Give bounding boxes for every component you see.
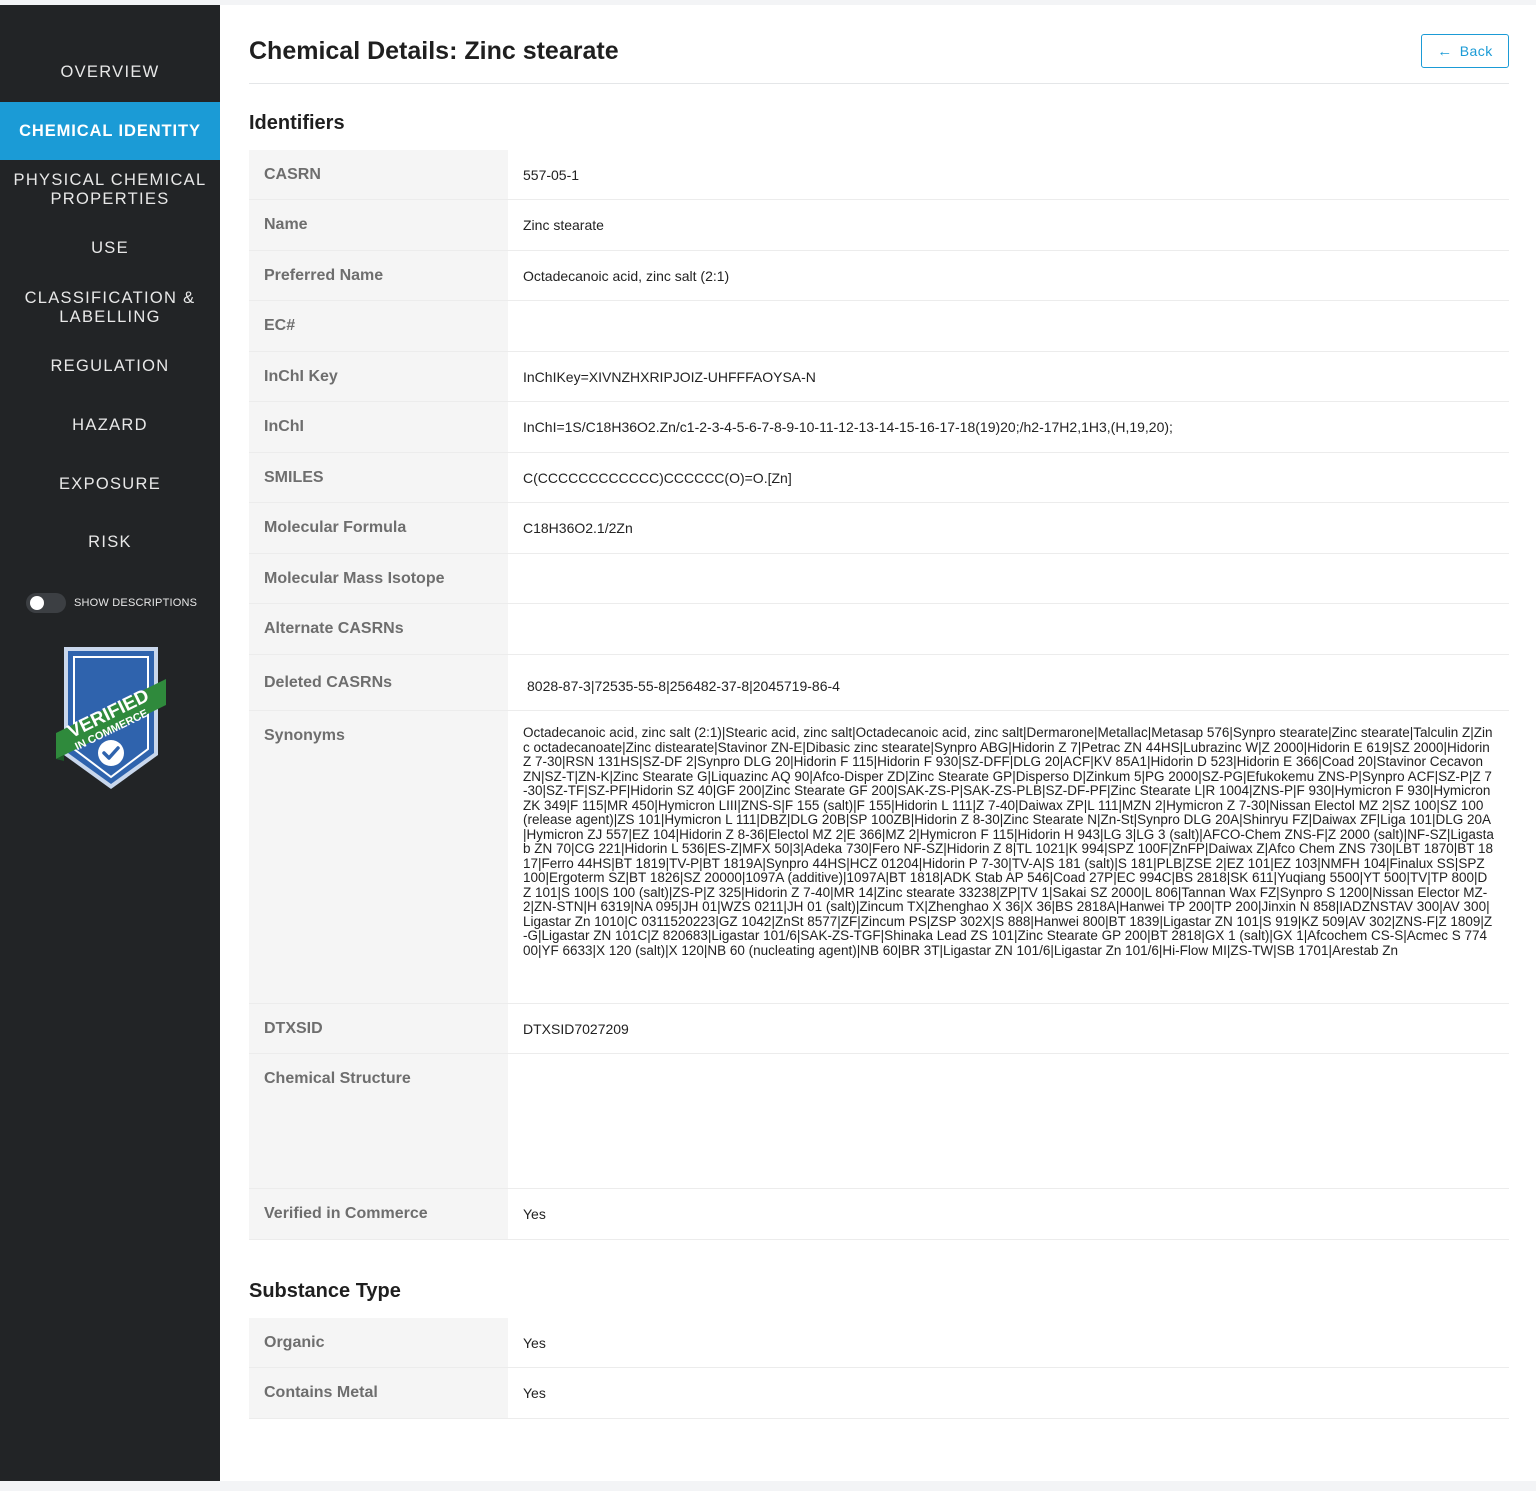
identifier-row-synonyms: Synonyms Octadecanoic acid, zinc salt (2… xyxy=(249,711,1509,1004)
row-label: Molecular Formula xyxy=(249,503,508,553)
nav-classification-labelling[interactable]: CLASSIFICATION & LABELLING xyxy=(0,278,220,337)
identifier-row-ec-number: EC# xyxy=(249,301,1509,352)
identifier-row-deleted-casrns: Deleted CASRNs 8028-87-3|72535-55-8|2564… xyxy=(249,655,1509,711)
identifier-row-molecular-mass-isotope: Molecular Mass Isotope xyxy=(249,554,1509,604)
row-value: Zinc stearate xyxy=(508,200,1509,250)
row-label: Synonyms xyxy=(249,711,508,1003)
row-value: 8028-87-3|72535-55-8|256482-37-8|2045719… xyxy=(508,655,1509,710)
nav-physical-chemical-properties[interactable]: PHYSICAL CHEMICAL PROPERTIES xyxy=(0,160,220,219)
row-label: DTXSID xyxy=(249,1004,508,1053)
row-label: InChI xyxy=(249,402,508,452)
page-title: Chemical Details: Zinc stearate xyxy=(249,37,619,65)
back-button[interactable]: ← Back xyxy=(1421,34,1509,68)
row-value: Yes xyxy=(508,1368,1509,1418)
nav-risk[interactable]: RISK xyxy=(0,513,220,572)
nav-label: CHEMICAL IDENTITY xyxy=(19,121,201,140)
identifier-row-inchi-key: InChI Key InChIKey=XIVNZHXRIPJOIZ-UHFFFA… xyxy=(249,352,1509,402)
show-descriptions-row: SHOW DESCRIPTIONS xyxy=(26,593,197,613)
nav-label: EXPOSURE xyxy=(58,474,162,493)
nav-label: OVERVIEW xyxy=(60,63,160,81)
row-label: Deleted CASRNs xyxy=(249,655,508,710)
verified-in-commerce-badge: VERIFIED IN COMMERCE xyxy=(56,643,166,793)
row-label: Preferred Name xyxy=(249,251,508,300)
nav-overview[interactable]: OVERVIEW xyxy=(0,5,220,102)
nav-regulation[interactable]: REGULATION xyxy=(0,337,220,396)
identifier-row-chemical-structure: Chemical Structure xyxy=(249,1054,1509,1189)
nav-chemical-identity[interactable]: CHEMICAL IDENTITY xyxy=(0,102,220,160)
identifier-row-alternate-casrns: Alternate CASRNs xyxy=(249,604,1509,655)
row-value: C18H36O2.1/2Zn xyxy=(508,503,1509,553)
nav-label: CLASSIFICATION & LABELLING xyxy=(24,288,196,326)
arrow-left-icon: ← xyxy=(1437,42,1453,60)
toggle-knob xyxy=(30,596,44,610)
row-value: 557-05-1 xyxy=(508,150,1509,199)
row-value xyxy=(508,604,1509,654)
identifier-row-inchi: InChI InChI=1S/C18H36O2.Zn/c1-2-3-4-5-6-… xyxy=(249,402,1509,453)
nav-label: REGULATION xyxy=(50,357,170,375)
main-content: Chemical Details: Zinc stearate ← Back I… xyxy=(220,5,1536,1481)
row-label: Chemical Structure xyxy=(249,1054,508,1188)
chemical-structure-image xyxy=(508,1054,1509,1188)
title-divider xyxy=(249,83,1509,84)
row-label: Contains Metal xyxy=(249,1368,508,1418)
substance-type-table: Organic Yes Contains Metal Yes xyxy=(249,1318,1509,1419)
row-value xyxy=(508,301,1509,351)
identifiers-table: CASRN 557-05-1 Name Zinc stearate Prefer… xyxy=(249,150,1509,1240)
row-label: SMILES xyxy=(249,453,508,502)
identifier-row-casrn: CASRN 557-05-1 xyxy=(249,150,1509,200)
row-value: Octadecanoic acid, zinc salt (2:1) xyxy=(508,251,1509,300)
row-value: Octadecanoic acid, zinc salt (2:1)|Stear… xyxy=(508,711,1509,1003)
row-label: CASRN xyxy=(249,150,508,199)
substance-type-heading: Substance Type xyxy=(249,1280,401,1302)
identifier-row-smiles: SMILES C(CCCCCCCCCCCC)CCCCCC(O)=O.[Zn] xyxy=(249,453,1509,503)
row-value: InChIKey=XIVNZHXRIPJOIZ-UHFFFAOYSA-N xyxy=(508,352,1509,401)
row-value: C(CCCCCCCCCCCC)CCCCCC(O)=O.[Zn] xyxy=(508,453,1509,502)
nav-label: RISK xyxy=(88,533,132,551)
identifiers-heading: Identifiers xyxy=(249,112,345,134)
nav-exposure[interactable]: EXPOSURE xyxy=(0,455,220,513)
row-label: InChI Key xyxy=(249,352,508,401)
nav-label: HAZARD xyxy=(72,416,148,434)
row-value xyxy=(508,554,1509,603)
row-value: InChI=1S/C18H36O2.Zn/c1-2-3-4-5-6-7-8-9-… xyxy=(508,402,1509,452)
identifier-row-dtxsid: DTXSID DTXSID7027209 xyxy=(249,1004,1509,1054)
identifier-row-preferred-name: Preferred Name Octadecanoic acid, zinc s… xyxy=(249,251,1509,301)
show-descriptions-label: SHOW DESCRIPTIONS xyxy=(74,597,198,609)
row-label: Name xyxy=(249,200,508,250)
identifier-row-molecular-formula: Molecular Formula C18H36O2.1/2Zn xyxy=(249,503,1509,554)
back-button-label: Back xyxy=(1459,43,1493,59)
row-label: Alternate CASRNs xyxy=(249,604,508,654)
identifier-row-verified-in-commerce: Verified in Commerce Yes xyxy=(249,1189,1509,1240)
substance-row-organic: Organic Yes xyxy=(249,1318,1509,1368)
row-value: Yes xyxy=(508,1189,1509,1239)
identifier-row-name: Name Zinc stearate xyxy=(249,200,1509,251)
row-value: DTXSID7027209 xyxy=(508,1004,1509,1053)
show-descriptions-toggle[interactable] xyxy=(26,593,66,613)
nav-hazard[interactable]: HAZARD xyxy=(0,396,220,455)
sidebar: OVERVIEW CHEMICAL IDENTITY PHYSICAL CHEM… xyxy=(0,5,220,1481)
row-label: Molecular Mass Isotope xyxy=(249,554,508,603)
row-label: Verified in Commerce xyxy=(249,1189,508,1239)
substance-row-contains-metal: Contains Metal Yes xyxy=(249,1368,1509,1419)
nav-use[interactable]: USE xyxy=(0,219,220,278)
nav-label: USE xyxy=(91,239,129,257)
row-value: Yes xyxy=(508,1318,1509,1367)
verified-badge-icon: VERIFIED IN COMMERCE xyxy=(56,647,166,789)
row-label: Organic xyxy=(249,1318,508,1367)
synonyms-text: Octadecanoic acid, zinc salt (2:1)|Stear… xyxy=(523,725,1494,958)
row-label: EC# xyxy=(249,301,508,351)
nav-label: PHYSICAL CHEMICAL PROPERTIES xyxy=(13,170,207,208)
